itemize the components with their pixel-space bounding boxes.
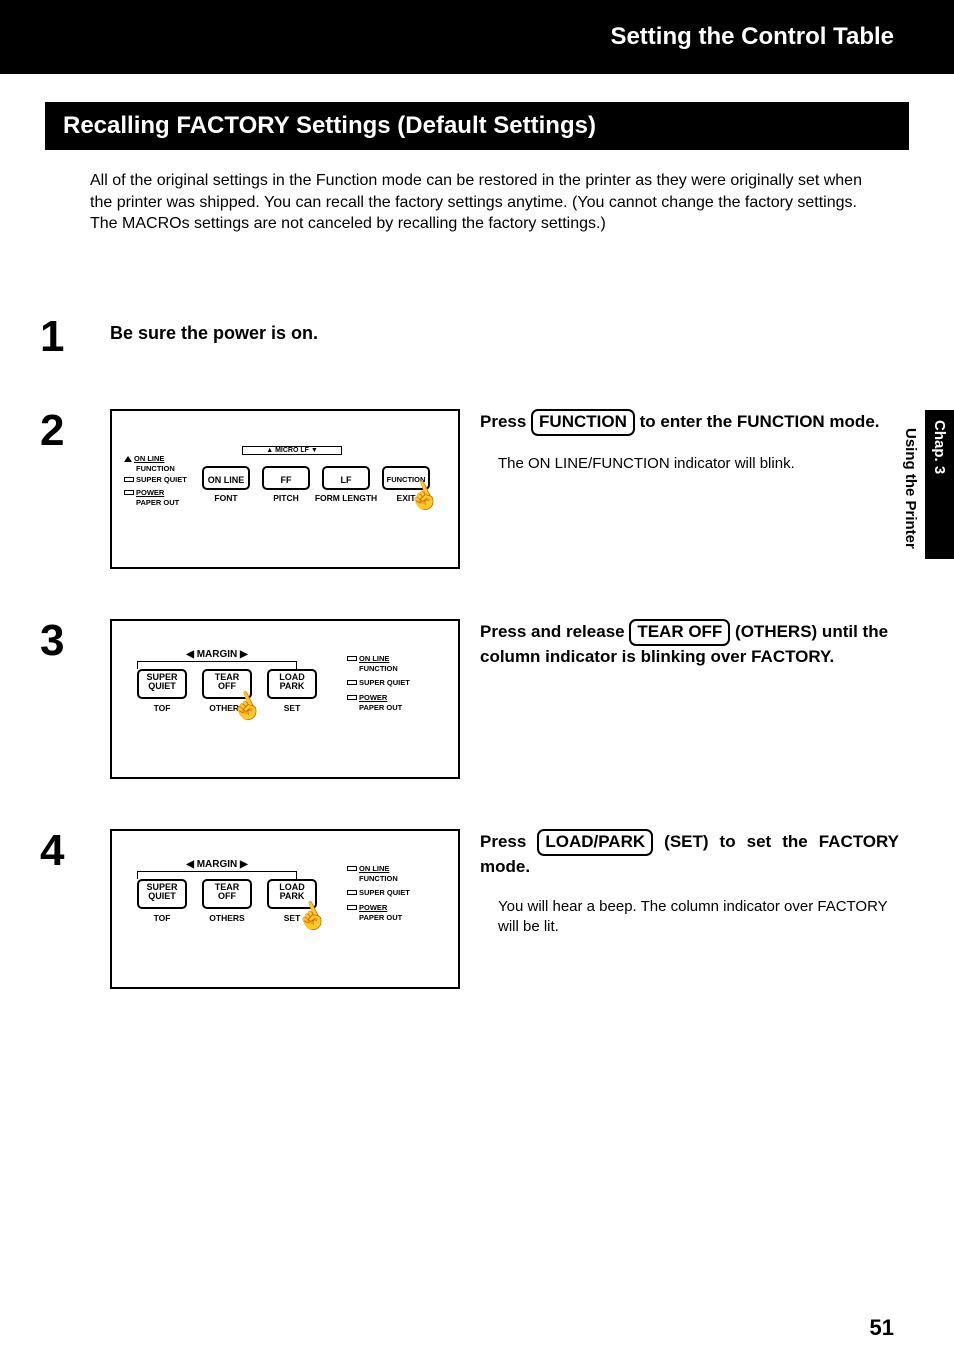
panel-diagram-2: ▲ MICRO LF ▼ ON LINEFUNCTION SUPER QUIET…	[110, 409, 460, 569]
intro-text: All of the original settings in the Func…	[90, 170, 882, 235]
sub-set: SET	[267, 703, 317, 713]
led-icon	[124, 477, 134, 482]
page-title: Setting the Control Table	[610, 23, 894, 51]
led-power-l2: PAPER OUT	[359, 913, 402, 922]
section-title: Recalling FACTORY Settings (Default Sett…	[63, 112, 596, 139]
step-4-box: LOAD/PARK	[537, 829, 653, 856]
sub-tof: TOF	[137, 913, 187, 923]
led-sq-label: SUPER QUIET	[136, 475, 187, 484]
step-4-heading: Press LOAD/PARK (SET) to set the FACTORY…	[480, 829, 899, 879]
step-2: 2 ▲ MICRO LF ▼ ON LINEFUNCTION SUPER QUI…	[40, 409, 899, 569]
led-online-l2: FUNCTION	[359, 664, 398, 673]
margin-bracket	[137, 871, 297, 879]
led-power-l1: POWER	[136, 488, 164, 497]
panel-diagram-4: ◀ MARGIN ▶ ON LINEFUNCTION SUPER QUIET P…	[110, 829, 460, 989]
led-power-l1: POWER	[359, 693, 387, 702]
led-online-l2: FUNCTION	[359, 874, 398, 883]
sub-pitch: PITCH	[262, 493, 310, 503]
sub-tof: TOF	[137, 703, 187, 713]
step-3-number: 3	[40, 619, 90, 663]
step-2-heading: Press FUNCTION to enter the FUNCTION mod…	[480, 409, 899, 436]
led-online-l2: FUNCTION	[136, 464, 175, 473]
led-online: ON LINEFUNCTION	[347, 864, 398, 884]
led-icon	[124, 456, 132, 462]
led-power-l2: PAPER OUT	[359, 703, 402, 712]
led-online: ON LINEFUNCTION	[347, 654, 398, 674]
margin-label: ◀ MARGIN ▶	[152, 649, 282, 660]
btn-superquiet: SUPER QUIET	[137, 879, 187, 909]
led-sq-label: SUPER QUIET	[359, 888, 410, 897]
led-icon	[124, 490, 134, 495]
step-4-head-a: Press	[480, 832, 537, 851]
sub-formlength: FORM LENGTH	[310, 493, 382, 503]
led-icon	[347, 695, 357, 700]
step-2-box: FUNCTION	[531, 409, 635, 436]
sub-others: OTHERS	[202, 913, 252, 923]
led-icon	[347, 656, 357, 661]
step-4-number: 4	[40, 829, 90, 873]
step-3-heading: Press and release TEAR OFF (OTHERS) unti…	[480, 619, 899, 669]
side-tab-section: Using the Printer	[896, 410, 925, 559]
page-header: Setting the Control Table	[0, 0, 954, 74]
led-online-l1: ON LINE	[134, 454, 164, 463]
margin-label: ◀ MARGIN ▶	[152, 859, 282, 870]
btn-tearoff: TEAR OFF	[202, 879, 252, 909]
step-4: 4 ◀ MARGIN ▶ ON LINEFUNCTION SUPER QUIET…	[40, 829, 899, 989]
btn-online: ON LINE	[202, 466, 250, 490]
step-1-number: 1	[40, 315, 90, 359]
led-power: POWERPAPER OUT	[347, 903, 402, 923]
step-3: 3 ◀ MARGIN ▶ ON LINEFUNCTION SUPER QUIET…	[40, 619, 899, 779]
step-2-head-a: Press	[480, 412, 531, 431]
page-number: 51	[870, 1315, 894, 1341]
led-power: POWERPAPER OUT	[124, 488, 179, 508]
btn-loadpark: LOAD PARK	[267, 669, 317, 699]
side-tab: Chap. 3 Using the Printer	[896, 410, 954, 559]
led-power: POWERPAPER OUT	[347, 693, 402, 713]
led-superquiet: SUPER QUIET	[347, 678, 410, 688]
step-2-number: 2	[40, 409, 90, 453]
sub-font: FONT	[202, 493, 250, 503]
led-sq-label: SUPER QUIET	[359, 678, 410, 687]
margin-bracket	[137, 661, 297, 669]
step-1-text: Be sure the power is on.	[110, 315, 318, 344]
step-2-sub: The ON LINE/FUNCTION indicator will blin…	[498, 454, 899, 474]
led-online-l1: ON LINE	[359, 654, 389, 663]
led-icon	[347, 890, 357, 895]
led-power-l1: POWER	[359, 903, 387, 912]
btn-superquiet: SUPER QUIET	[137, 669, 187, 699]
panel-diagram-3: ◀ MARGIN ▶ ON LINEFUNCTION SUPER QUIET P…	[110, 619, 460, 779]
step-3-head-a: Press and release	[480, 622, 629, 641]
side-tab-chapter: Chap. 3	[925, 410, 954, 559]
btn-lf: LF	[322, 466, 370, 490]
led-icon	[347, 680, 357, 685]
led-superquiet: SUPER QUIET	[347, 888, 410, 898]
led-online-l1: ON LINE	[359, 864, 389, 873]
btn-ff: FF	[262, 466, 310, 490]
led-icon	[347, 905, 357, 910]
led-online: ON LINEFUNCTION	[124, 454, 175, 474]
section-heading: Recalling FACTORY Settings (Default Sett…	[45, 102, 909, 150]
micro-lf-label: ▲ MICRO LF ▼	[242, 446, 342, 455]
led-superquiet: SUPER QUIET	[124, 475, 187, 485]
step-1: 1 Be sure the power is on.	[40, 315, 899, 359]
led-power-l2: PAPER OUT	[136, 498, 179, 507]
step-3-box: TEAR OFF	[629, 619, 730, 646]
step-4-sub: You will hear a beep. The column indicat…	[498, 897, 899, 938]
led-icon	[347, 866, 357, 871]
step-2-head-b: to enter the FUNCTION mode.	[635, 412, 880, 431]
